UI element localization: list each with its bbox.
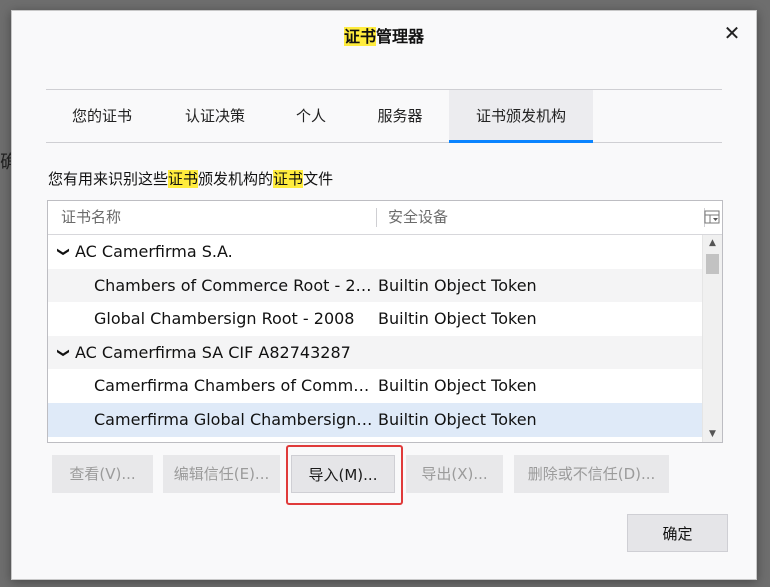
tab-your-certificates[interactable]: 您的证书 [46, 90, 158, 142]
close-icon[interactable]: ✕ [720, 21, 744, 45]
column-divider[interactable] [376, 208, 377, 227]
delete-or-distrust-button[interactable]: 删除或不信任(D)... [514, 455, 669, 493]
scroll-up-icon[interactable]: ▲ [703, 235, 722, 251]
description-text: 您有用来识别这些证书颁发机构的证书文件 [48, 168, 333, 189]
description-highlight: 证书 [273, 170, 304, 188]
group-name: AC Camerfirma S.A. [75, 242, 233, 261]
group-name: AC Camerfirma SA CIF A82743287 [75, 342, 351, 362]
column-header-cert-name[interactable]: 证书名称 [61, 201, 121, 234]
cert-name: Camerfirma Global Chambersign ... [94, 409, 374, 429]
title-highlight-text: 证书 [343, 27, 376, 46]
cert-name: Global Chambersign Root - 2008 [94, 309, 355, 329]
edit-trust-button[interactable]: 编辑信任(E)... [163, 455, 280, 493]
cert-device: Builtin Object Token [378, 409, 537, 429]
cert-device: Builtin Object Token [378, 376, 537, 396]
scroll-down-icon[interactable]: ▼ [703, 426, 722, 442]
certificate-tree[interactable]: 证书名称 安全设备 ❯ AC Camerfirma S.A. Chambers … [47, 200, 723, 443]
cert-device: Builtin Object Token [378, 309, 537, 329]
tab-authorities[interactable]: 证书颁发机构 [449, 90, 593, 143]
export-button[interactable]: 导出(X)... [406, 455, 503, 493]
description-part: 您有用来识别这些 [48, 170, 169, 188]
tree-rows: ❯ AC Camerfirma S.A. Chambers of Commerc… [48, 235, 703, 437]
description-part: 颁发机构的 [198, 170, 274, 188]
title-rest-text: 管理器 [376, 27, 425, 46]
tab-people[interactable]: 个人 [276, 90, 346, 142]
vertical-scrollbar[interactable]: ▲ ▼ [702, 235, 722, 442]
view-button[interactable]: 查看(V)... [52, 455, 153, 493]
column-picker-icon[interactable] [704, 210, 720, 224]
tree-cert-row[interactable]: Chambers of Commerce Root - 20... Builti… [48, 268, 703, 303]
annotation-highlight-box [286, 445, 403, 505]
tab-bar: 您的证书 认证决策 个人 服务器 证书颁发机构 [46, 89, 722, 143]
ok-button[interactable]: 确定 [627, 514, 728, 552]
table-header: 证书名称 安全设备 [48, 201, 722, 235]
dialog-titlebar: 证书管理器 ✕ [12, 11, 756, 55]
tree-cert-row-selected[interactable]: Camerfirma Global Chambersign ... Builti… [48, 402, 703, 437]
column-header-security-device[interactable]: 安全设备 [388, 201, 448, 234]
description-highlight: 证书 [168, 170, 199, 188]
dialog-title: 证书管理器 [12, 23, 756, 47]
tree-group-row[interactable]: ❯ AC Camerfirma S.A. [48, 235, 703, 269]
tree-group-row[interactable]: ❯ AC Camerfirma SA CIF A82743287 [48, 335, 703, 370]
tab-servers[interactable]: 服务器 [358, 90, 442, 142]
tree-cert-row[interactable]: Global Chambersign Root - 2008 Builtin O… [48, 302, 703, 336]
cert-name: Chambers of Commerce Root - 20... [94, 275, 374, 295]
tab-authentication-decisions[interactable]: 认证决策 [170, 90, 260, 142]
cert-name: Camerfirma Chambers of Commer... [94, 376, 374, 396]
tree-cert-row[interactable]: Camerfirma Chambers of Commer... Builtin… [48, 369, 703, 403]
certificate-manager-dialog: 证书管理器 ✕ 您的证书 认证决策 个人 服务器 证书颁发机构 您有用来识别这些… [11, 10, 757, 580]
cert-device: Builtin Object Token [378, 275, 537, 295]
description-part: 文件 [303, 170, 334, 188]
scrollbar-thumb[interactable] [706, 254, 719, 274]
